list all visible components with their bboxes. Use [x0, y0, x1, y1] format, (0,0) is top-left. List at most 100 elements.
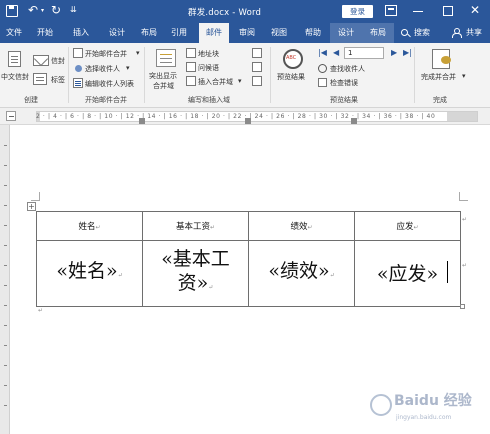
table-header-cell[interactable]: 基本工资↵: [142, 211, 249, 241]
share-button[interactable]: 共享: [462, 23, 486, 43]
previous-record-icon[interactable]: ◀: [333, 48, 339, 57]
table-header-cell[interactable]: 绩效↵: [248, 211, 355, 241]
find-recipient-button[interactable]: 查找收件人: [330, 64, 365, 74]
address-block-button[interactable]: 地址块: [198, 49, 219, 59]
preview-results-button[interactable]: 预览结果: [277, 72, 305, 82]
chinese-envelope-button[interactable]: 中文信封: [1, 72, 29, 82]
find-recipient-icon[interactable]: [318, 64, 327, 73]
chevron-down-icon[interactable]: ▾: [238, 77, 242, 85]
edit-recipient-list-button[interactable]: 编辑收件人列表: [85, 79, 134, 89]
tab-help[interactable]: 帮助: [298, 23, 328, 43]
tab-selector-icon[interactable]: [6, 111, 16, 121]
finish-merge-button[interactable]: 完成并合并: [421, 72, 456, 82]
close-icon[interactable]: ✕: [470, 3, 480, 17]
merge-field-cell[interactable]: «姓名»↵: [36, 240, 143, 307]
select-recipients-icon[interactable]: [75, 65, 82, 72]
group-create-label: 创建: [24, 96, 38, 104]
highlight-merge-fields-icon[interactable]: [156, 49, 176, 67]
next-record-icon[interactable]: ▶: [391, 48, 397, 57]
tab-file[interactable]: 文件: [0, 23, 28, 43]
labels-icon[interactable]: [33, 73, 47, 85]
first-record-icon[interactable]: |◀: [318, 48, 327, 57]
labels-button[interactable]: 标签: [51, 75, 65, 85]
chevron-down-icon[interactable]: ▾: [462, 72, 466, 80]
ribbon-display-options-icon[interactable]: [385, 5, 397, 16]
header-performance: 绩效: [290, 222, 308, 232]
envelope-button[interactable]: 信封: [51, 56, 65, 66]
column-marker-icon[interactable]: [139, 118, 145, 124]
minimize-icon[interactable]: [413, 11, 423, 12]
check-errors-icon[interactable]: [318, 78, 327, 87]
greeting-line-icon[interactable]: [186, 62, 196, 72]
last-record-icon[interactable]: ▶|: [403, 48, 412, 57]
tab-references[interactable]: 引用: [164, 23, 194, 43]
margin-mark: [459, 192, 468, 201]
match-fields-icon[interactable]: [252, 62, 262, 72]
table-resize-handle-icon[interactable]: [460, 304, 465, 309]
undo-dropdown-icon[interactable]: ▾: [41, 7, 44, 14]
header-base-salary: 基本工资: [175, 222, 210, 232]
chevron-down-icon[interactable]: ▾: [136, 49, 140, 57]
edit-list-icon[interactable]: [73, 78, 83, 88]
column-marker-icon[interactable]: [245, 118, 251, 124]
insert-merge-field-icon[interactable]: [186, 76, 196, 86]
horizontal-ruler[interactable]: 2 · | 4 · | 6 · | 8 · | 10 · | 12 · | 14…: [0, 108, 490, 125]
salary-table[interactable]: 姓名↵ 基本工资↵ 绩效↵ 应发↵ «姓名»↵ «基本工资»↵ «绩效»↵ «应…: [36, 211, 461, 307]
save-icon[interactable]: [6, 5, 18, 17]
ribbon-tabs: 文件 开始 插入 设计 布局 引用 邮件 审阅 视图 帮助 设计 布局 搜索 共…: [0, 23, 490, 43]
tab-mailings[interactable]: 邮件: [199, 23, 229, 43]
group-preview-label: 预览结果: [330, 96, 358, 104]
group-divider: [414, 47, 415, 103]
merge-field-cell[interactable]: «应发»: [354, 240, 461, 307]
highlight-merge-fields-button[interactable]: 突出显示: [149, 71, 177, 81]
merge-field-name: «姓名»: [56, 260, 118, 282]
baidu-jingyan-watermark: Baidu 经验 jingyan.baidu.com: [366, 388, 484, 428]
envelope-icon[interactable]: [33, 55, 49, 66]
address-block-icon[interactable]: [186, 48, 196, 58]
tab-view[interactable]: 视图: [264, 23, 294, 43]
share-icon[interactable]: [452, 28, 462, 38]
login-button[interactable]: 登录: [342, 5, 373, 18]
start-merge-icon[interactable]: [73, 48, 83, 58]
tab-layout[interactable]: 布局: [134, 23, 164, 43]
cell-mark: ↵: [95, 224, 101, 231]
header-name: 姓名: [78, 222, 96, 232]
merge-field-cell[interactable]: «绩效»↵: [248, 240, 355, 307]
undo-icon[interactable]: ↶: [28, 3, 38, 17]
highlight-merge-fields-button-line2[interactable]: 合并域: [153, 81, 174, 91]
chinese-envelope-icon[interactable]: [8, 51, 21, 67]
table-move-handle-icon[interactable]: +: [27, 202, 36, 211]
table-header-cell[interactable]: 姓名↵: [36, 211, 143, 241]
rules-icon[interactable]: [252, 48, 262, 58]
vertical-ruler[interactable]: [0, 125, 10, 434]
cell-mark: ↵: [208, 284, 214, 291]
tab-review[interactable]: 审阅: [232, 23, 262, 43]
group-start-merge-label: 开始邮件合并: [85, 96, 127, 104]
tell-me-search[interactable]: 搜索: [410, 23, 434, 43]
merge-field-cell[interactable]: «基本工资»↵: [142, 240, 249, 307]
finish-merge-icon[interactable]: [432, 49, 451, 69]
insert-merge-field-button[interactable]: 插入合并域: [198, 77, 233, 87]
greeting-line-button[interactable]: 问候语: [198, 63, 219, 73]
tab-home[interactable]: 开始: [30, 23, 60, 43]
tab-table-layout[interactable]: 布局: [362, 23, 394, 43]
start-merge-button[interactable]: 开始邮件合并: [85, 49, 127, 59]
search-icon[interactable]: [401, 29, 408, 36]
redo-icon[interactable]: ↻: [51, 3, 61, 17]
tab-insert[interactable]: 插入: [66, 23, 96, 43]
paragraph-mark: ↵: [38, 307, 44, 314]
preview-results-icon[interactable]: [283, 49, 303, 69]
tab-table-design[interactable]: 设计: [330, 23, 362, 43]
chevron-down-icon[interactable]: ▾: [126, 64, 130, 72]
table-header-cell[interactable]: 应发↵: [354, 211, 461, 241]
document-title: 群发.docx - Word: [188, 8, 262, 18]
update-labels-icon[interactable]: [252, 76, 262, 86]
check-errors-button[interactable]: 检查错误: [330, 78, 358, 88]
maximize-icon[interactable]: [443, 6, 453, 16]
record-number-input[interactable]: 1: [344, 47, 384, 59]
tab-design[interactable]: 设计: [102, 23, 132, 43]
group-finish-label: 完成: [433, 96, 447, 104]
select-recipients-button[interactable]: 选择收件人: [85, 64, 120, 74]
column-marker-icon[interactable]: [351, 118, 357, 124]
customize-quick-access-icon[interactable]: ⇊: [70, 5, 77, 14]
